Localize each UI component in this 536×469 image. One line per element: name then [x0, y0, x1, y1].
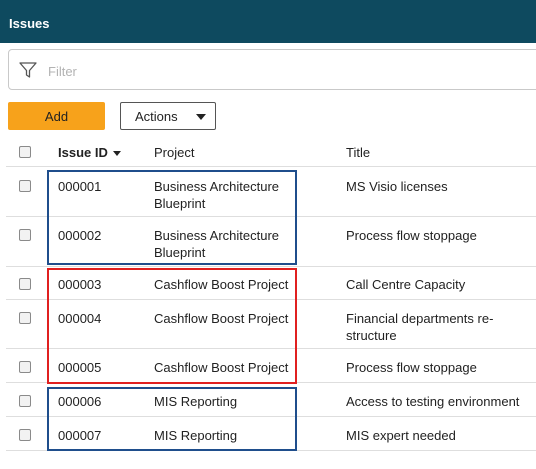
page-header: Issues	[0, 0, 536, 43]
add-button[interactable]: Add	[8, 102, 105, 130]
row-checkbox[interactable]	[19, 312, 31, 324]
header-divider	[6, 166, 536, 167]
actions-dropdown[interactable]: Actions	[120, 102, 216, 130]
filter-input[interactable]	[46, 59, 510, 83]
page-title: Issues	[9, 16, 50, 31]
row-checkbox[interactable]	[19, 361, 31, 373]
select-all-checkbox[interactable]	[19, 146, 31, 158]
row-checkbox[interactable]	[19, 395, 31, 407]
title-cell: Call Centre Capacity	[346, 277, 466, 292]
highlight-box-blue	[47, 387, 297, 451]
column-header-issue-id[interactable]: Issue ID	[58, 145, 108, 160]
row-divider	[6, 266, 536, 267]
title-cell: Process flow stoppage	[346, 228, 477, 243]
highlight-box-red	[47, 268, 297, 384]
row-checkbox[interactable]	[19, 180, 31, 192]
title-cell: Process flow stoppage	[346, 360, 477, 375]
column-header-title[interactable]: Title	[346, 145, 370, 160]
filter-bar[interactable]	[8, 49, 536, 90]
highlight-box-blue	[47, 170, 297, 265]
row-checkbox[interactable]	[19, 229, 31, 241]
title-cell: Access to testing environment	[346, 394, 520, 409]
title-cell: MIS expert needed	[346, 428, 456, 443]
title-cell: Financial departments re-structure	[346, 311, 494, 343]
title-cell: MS Visio licenses	[346, 179, 448, 194]
chevron-down-icon	[196, 114, 206, 120]
filter-icon[interactable]	[18, 60, 38, 80]
row-checkbox[interactable]	[19, 278, 31, 290]
sort-descending-icon[interactable]	[113, 151, 121, 156]
actions-label: Actions	[135, 109, 178, 124]
column-header-project[interactable]: Project	[154, 145, 194, 160]
row-checkbox[interactable]	[19, 429, 31, 441]
